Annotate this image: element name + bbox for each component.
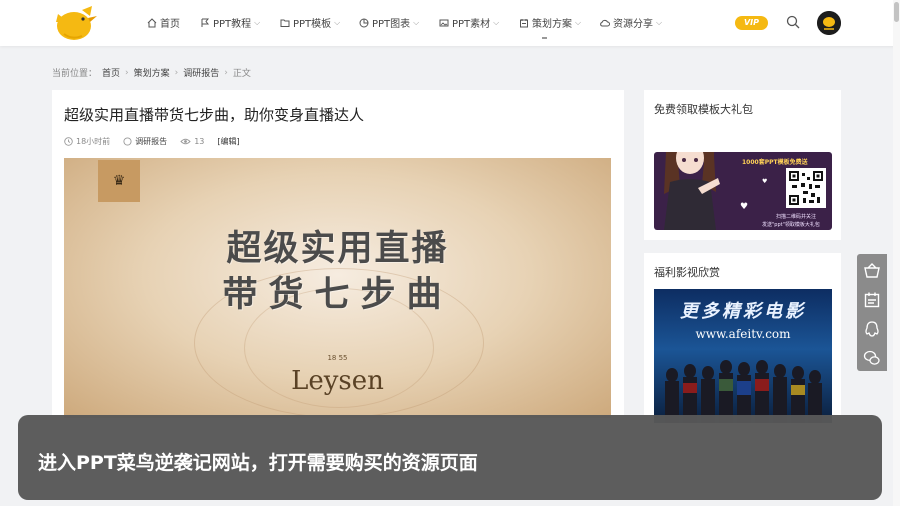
search-icon[interactable] bbox=[786, 15, 800, 29]
heart-icon: ♥ bbox=[740, 202, 749, 212]
user-avatar[interactable] bbox=[817, 11, 841, 35]
image-icon bbox=[439, 19, 449, 26]
movie-banner-title: 更多精彩电影 bbox=[680, 301, 806, 322]
chevron-down-icon: ⌵ bbox=[254, 17, 261, 27]
cover-crest-icon: ♛ bbox=[98, 160, 140, 202]
cover-title-line1: 超级实用直播 bbox=[226, 229, 449, 269]
calendar-icon[interactable] bbox=[863, 291, 881, 309]
cover-brand: Leysen bbox=[291, 366, 384, 396]
cover-title-line2: 带货七步曲 bbox=[222, 275, 453, 315]
meta-time: 18小时前 bbox=[64, 136, 110, 147]
scrollbar-track[interactable] bbox=[893, 0, 900, 506]
home-icon bbox=[147, 17, 157, 27]
breadcrumb-current: 正文 bbox=[232, 69, 251, 79]
breadcrumb: 当前位置： 首页 › 策划方案 › 调研报告 › 正文 bbox=[52, 66, 251, 80]
circle-icon bbox=[123, 137, 132, 146]
meta-views: 13 bbox=[180, 137, 204, 146]
meta-time-text: 18小时前 bbox=[76, 137, 111, 146]
nav-label: 首页 bbox=[160, 19, 180, 30]
chart-icon bbox=[359, 18, 369, 27]
qr-code-icon[interactable] bbox=[786, 168, 826, 208]
article-meta: 18小时前 调研报告 13 [编辑] bbox=[64, 136, 240, 147]
floating-toolbar bbox=[857, 254, 887, 371]
nav-item-ppt-material[interactable]: PPT素材 ⌵ bbox=[439, 15, 499, 30]
promo-banner[interactable]: 1000套PPT模板免费送 ♥ ♥ 扫描二维码并关注 发送"ppt"领取模板大礼… bbox=[654, 152, 832, 230]
chevron-down-icon: ⌵ bbox=[334, 17, 341, 27]
qq-icon[interactable] bbox=[863, 320, 881, 338]
gift-widget: 免费领取模板大礼包 1000套PPT模板免费送 ♥ ♥ 扫描二维码并关注 发送"… bbox=[644, 90, 841, 240]
breadcrumb-prefix: 当前位置： bbox=[52, 69, 98, 79]
meta-views-count: 13 bbox=[194, 137, 205, 146]
chevron-down-icon: ⌵ bbox=[493, 17, 500, 27]
caption-overlay: 进入PPT菜鸟逆袭记网站，打开需要购买的资源页面 bbox=[18, 415, 882, 500]
nav-item-home[interactable]: 首页 bbox=[147, 15, 180, 30]
nav-label: PPT教程 bbox=[213, 19, 252, 30]
nav-label: 资源分享 bbox=[613, 19, 653, 30]
wechat-icon[interactable] bbox=[863, 349, 881, 367]
cover-year: 18 55 bbox=[327, 354, 348, 362]
promo-instruction-1: 扫描二维码并关注 bbox=[776, 214, 817, 220]
breadcrumb-separator-icon: › bbox=[224, 67, 228, 78]
nav-label: 策划方案 bbox=[532, 19, 572, 30]
nav-item-planning[interactable]: 策划方案 ⌵ bbox=[519, 15, 581, 30]
chevron-down-icon: ⌵ bbox=[656, 17, 663, 27]
nav-item-resource-share[interactable]: 资源分享 ⌵ bbox=[599, 15, 662, 30]
widget-title: 福利影视欣赏 bbox=[654, 266, 720, 279]
widget-title: 免费领取模板大礼包 bbox=[654, 103, 753, 116]
heart-icon: ♥ bbox=[762, 178, 768, 185]
avatar-bird-icon bbox=[817, 11, 841, 35]
top-navbar: 首页 PPT教程 ⌵ PPT模板 ⌵ PPT图表 ⌵ PPT素材 ⌵ 策划方案 … bbox=[0, 0, 900, 46]
chevron-down-icon: ⌵ bbox=[575, 17, 582, 27]
article-cover-image: ♛ 超级实用直播 带货七步曲 Leysen 18 55 bbox=[64, 158, 611, 418]
nav-label: PPT素材 bbox=[452, 19, 491, 30]
eye-icon bbox=[180, 138, 191, 145]
meta-category-text: 调研报告 bbox=[135, 137, 168, 146]
calendar-icon bbox=[520, 18, 528, 27]
vip-badge[interactable]: VIP bbox=[735, 16, 768, 30]
cloud-icon bbox=[600, 19, 610, 26]
scrollbar-thumb[interactable] bbox=[894, 2, 899, 22]
movie-heroes-illustration bbox=[665, 360, 822, 423]
site-logo-bird-icon[interactable] bbox=[52, 4, 98, 42]
flag-icon bbox=[201, 18, 210, 27]
promo-headline: 1000套PPT模板免费送 bbox=[742, 159, 808, 166]
breadcrumb-planning[interactable]: 策划方案 bbox=[134, 66, 170, 79]
article-card: 超级实用直播带货七步曲，助你变身直播达人 18小时前 调研报告 13 [编辑] … bbox=[52, 90, 624, 420]
breadcrumb-research[interactable]: 调研报告 bbox=[183, 66, 219, 79]
anime-girl-illustration bbox=[664, 152, 720, 230]
clock-icon bbox=[64, 137, 73, 146]
movie-widget: 福利影视欣赏 更多精彩电影 www.afeitv.com bbox=[644, 253, 841, 423]
folder-icon bbox=[280, 19, 290, 27]
article-title: 超级实用直播带货七步曲，助你变身直播达人 bbox=[64, 106, 365, 124]
shop-basket-icon[interactable] bbox=[863, 262, 881, 280]
caption-text: 进入PPT菜鸟逆袭记网站，打开需要购买的资源页面 bbox=[38, 452, 478, 474]
edit-link[interactable]: [编辑] bbox=[217, 136, 239, 147]
breadcrumb-separator-icon: › bbox=[125, 67, 129, 78]
nav-label: PPT图表 bbox=[372, 19, 411, 30]
active-indicator bbox=[542, 37, 547, 39]
chevron-down-icon: ⌵ bbox=[413, 17, 420, 27]
breadcrumb-home[interactable]: 首页 bbox=[102, 66, 120, 79]
movie-banner[interactable]: 更多精彩电影 www.afeitv.com bbox=[654, 289, 832, 423]
movie-banner-url: www.afeitv.com bbox=[695, 327, 791, 341]
nav-item-ppt-template[interactable]: PPT模板 ⌵ bbox=[280, 15, 340, 30]
meta-category[interactable]: 调研报告 bbox=[123, 136, 167, 147]
nav-label: PPT模板 bbox=[293, 19, 332, 30]
breadcrumb-separator-icon: › bbox=[174, 67, 179, 78]
promo-instruction-2: 发送"ppt"领取模板大礼包 bbox=[762, 222, 820, 228]
nav-item-ppt-chart[interactable]: PPT图表 ⌵ bbox=[359, 15, 419, 30]
nav-item-ppt-tutorial[interactable]: PPT教程 ⌵ bbox=[200, 15, 260, 30]
